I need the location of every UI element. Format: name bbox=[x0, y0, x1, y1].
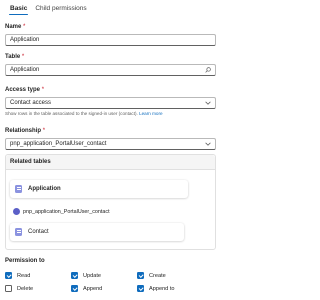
checkbox-read-label: Read bbox=[17, 272, 31, 279]
access-type-label-text: Access type bbox=[5, 87, 41, 93]
relationship-link: pnp_application_PortalUser_contact bbox=[13, 207, 110, 217]
checkbox-append-label: Append bbox=[83, 285, 103, 292]
chevron-down-icon bbox=[205, 98, 211, 109]
relationship-icon bbox=[13, 207, 20, 215]
name-label-text: Name bbox=[5, 24, 22, 30]
checkbox-append-to-label: Append to bbox=[149, 285, 175, 292]
relationship-value: pnp_application_PortalUser_contact bbox=[10, 141, 107, 147]
check-icon bbox=[5, 272, 12, 279]
tab-basic[interactable]: Basic bbox=[6, 3, 31, 15]
access-type-help: Show rows in the table associated to the… bbox=[5, 111, 163, 116]
related-node-target[interactable]: Contact bbox=[10, 223, 184, 241]
search-icon[interactable] bbox=[205, 65, 211, 76]
relationship-select[interactable]: pnp_application_PortalUser_contact bbox=[5, 138, 216, 150]
target-table-name: Contact bbox=[28, 229, 49, 235]
check-icon bbox=[71, 272, 78, 279]
permission-title: Permission to bbox=[5, 258, 45, 264]
checkbox-update-label: Update bbox=[83, 272, 102, 279]
checkbox-delete[interactable]: Delete bbox=[5, 285, 33, 292]
checkbox-update[interactable]: Update bbox=[71, 272, 101, 279]
name-input[interactable]: Application bbox=[5, 34, 216, 46]
contact-table-icon bbox=[15, 228, 22, 236]
table-icon bbox=[15, 185, 22, 193]
chevron-down-icon bbox=[205, 139, 211, 150]
required-marker: * bbox=[23, 24, 26, 30]
required-marker: * bbox=[41, 87, 45, 93]
checkbox-create-label: Create bbox=[149, 272, 166, 279]
checkbox-create[interactable]: Create bbox=[137, 272, 166, 279]
access-type-select[interactable]: Contact access bbox=[5, 97, 216, 109]
related-node-source[interactable]: Application bbox=[10, 180, 188, 198]
source-table-name: Application bbox=[28, 186, 61, 192]
checkbox-delete-label: Delete bbox=[17, 285, 34, 292]
access-type-label: Access type * bbox=[5, 87, 44, 93]
table-value: Application bbox=[10, 67, 40, 73]
name-label: Name * bbox=[5, 24, 25, 30]
access-type-value: Contact access bbox=[10, 100, 52, 106]
checkbox-append-to[interactable]: Append to bbox=[137, 285, 175, 292]
table-label-text: Table bbox=[5, 54, 21, 60]
learn-more-link[interactable]: Learn more bbox=[139, 111, 163, 116]
access-type-help-text: Show rows in the table associated to the… bbox=[5, 111, 138, 116]
table-label: Table * bbox=[5, 54, 24, 60]
relationship-link-text: pnp_application_PortalUser_contact bbox=[23, 209, 110, 215]
unchecked-box-icon bbox=[5, 285, 12, 292]
relationship-label: Relationship * bbox=[5, 128, 45, 134]
required-marker: * bbox=[42, 128, 46, 134]
check-icon bbox=[137, 272, 144, 279]
checkbox-read[interactable]: Read bbox=[5, 272, 30, 279]
checkbox-append[interactable]: Append bbox=[71, 285, 102, 292]
related-tables-title: Related tables bbox=[6, 155, 215, 170]
check-icon bbox=[71, 285, 78, 292]
check-icon bbox=[137, 285, 144, 292]
required-marker: * bbox=[21, 54, 25, 60]
relationship-label-text: Relationship bbox=[5, 128, 42, 134]
table-lookup-input[interactable]: Application bbox=[5, 64, 216, 76]
tab-bar: Basic Child permissions bbox=[6, 3, 91, 15]
tab-child-permissions[interactable]: Child permissions bbox=[31, 3, 90, 15]
name-value: Application bbox=[10, 37, 40, 43]
